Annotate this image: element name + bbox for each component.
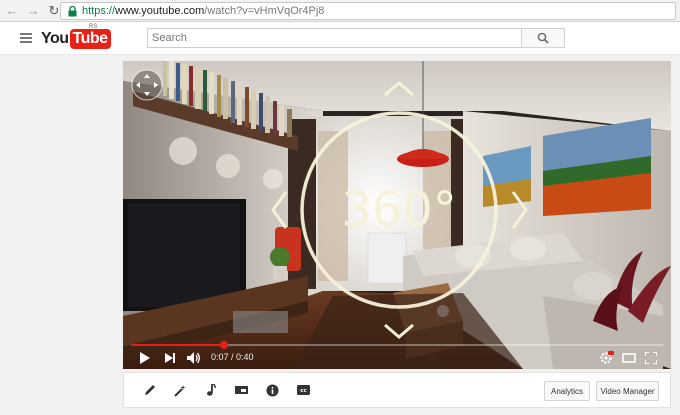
video-player[interactable]: 360° 0:07 / 0:40 [123,61,671,369]
youtube-header: You Tube RS Search [0,22,680,55]
back-arrow-icon[interactable]: ← [3,2,21,20]
svg-text:cc: cc [300,388,307,394]
url-scheme: https:// [82,5,116,17]
url-path: /watch?v=vHmVqOr4Pj8 [204,5,325,17]
country-code: RS [89,24,98,30]
time-separator: / [228,352,237,362]
settings-gear-icon[interactable] [599,351,614,365]
lock-icon [66,5,78,17]
menu-icon[interactable] [20,33,32,43]
url-host: www.youtube.com [115,5,205,17]
next-video-icon[interactable] [165,353,176,363]
browser-toolbar: ← → ↻ https://www.youtube.com/watch?v=vH… [0,0,680,22]
logo-tube-text: Tube [69,29,111,49]
fullscreen-icon[interactable] [645,352,657,364]
progress-bar[interactable] [131,341,663,349]
pencil-icon[interactable] [143,383,157,397]
search-icon [537,32,549,44]
video-manager-button[interactable]: Video Manager [596,381,659,401]
search-button[interactable] [521,28,565,48]
pan-left-icon[interactable] [271,191,288,229]
theater-mode-icon[interactable] [622,353,636,363]
time-total: 0:40 [236,352,254,362]
youtube-logo[interactable]: You Tube [41,28,111,50]
volume-icon[interactable] [187,352,201,364]
logo-you-text: You [41,30,69,47]
creator-toolbar: cc Analytics Video Manager [123,372,671,408]
pan-up-icon[interactable] [384,81,414,97]
forward-arrow-icon[interactable]: → [24,2,42,20]
360-navigation-dial-icon[interactable] [131,69,163,101]
player-controls: 0:07 / 0:40 [123,347,671,369]
play-icon[interactable] [139,352,150,364]
analytics-button[interactable]: Analytics [544,381,590,401]
time-display: 0:07 / 0:40 [211,352,254,362]
info-icon[interactable] [265,383,279,397]
pan-down-icon[interactable] [384,323,414,339]
music-note-icon[interactable] [204,383,218,397]
magic-wand-icon[interactable] [173,383,187,397]
search-input[interactable]: Search [147,28,522,48]
360-degree-label: 360° [341,182,457,238]
time-current: 0:07 [211,352,229,362]
progress-played [131,344,225,346]
subtitles-icon[interactable]: cc [296,383,310,397]
address-bar[interactable]: https://www.youtube.com/watch?v=vHmVqOr4… [60,2,676,20]
card-icon[interactable] [234,383,248,397]
pan-right-icon[interactable] [511,191,528,229]
